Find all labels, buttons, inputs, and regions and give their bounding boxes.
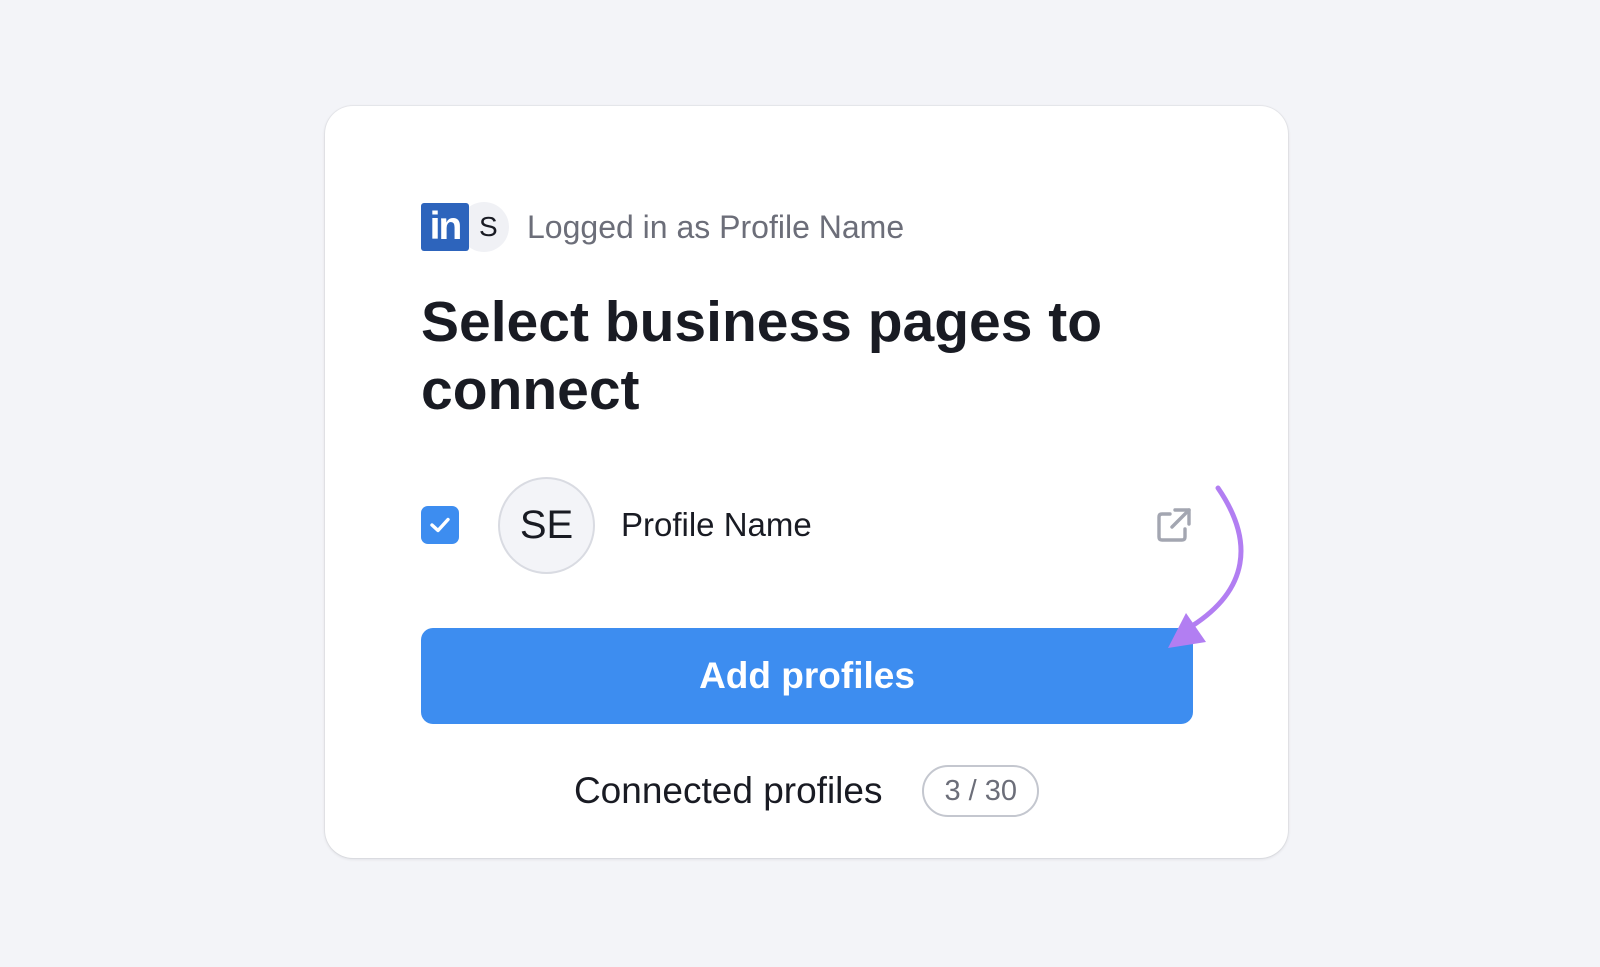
logged-in-text: Logged in as Profile Name <box>527 208 905 245</box>
account-logos: in S <box>421 202 511 252</box>
login-status: in S Logged in as Profile Name <box>421 202 904 252</box>
add-profiles-button[interactable]: Add profiles <box>421 628 1193 724</box>
annotation-arrow-icon <box>1168 485 1244 648</box>
check-icon <box>430 517 450 533</box>
connect-pages-card: in S Logged in as Profile Name Select bu… <box>325 106 1288 858</box>
page-title: Select business pages to connect <box>421 290 1103 422</box>
profile-avatar: SE <box>498 477 595 574</box>
connected-profiles-status: Connected profiles 3 / 30 <box>325 764 1288 818</box>
account-avatar-letter: S <box>479 211 498 242</box>
profile-name: Profile Name <box>621 506 812 543</box>
profile-checkbox[interactable] <box>421 506 459 544</box>
profile-list-item: SE Profile Name <box>421 477 1191 574</box>
connected-count-badge: 3 / 30 <box>922 765 1040 817</box>
connected-profiles-label: Connected profiles <box>573 770 883 811</box>
linkedin-logo-icon: in <box>421 203 469 251</box>
